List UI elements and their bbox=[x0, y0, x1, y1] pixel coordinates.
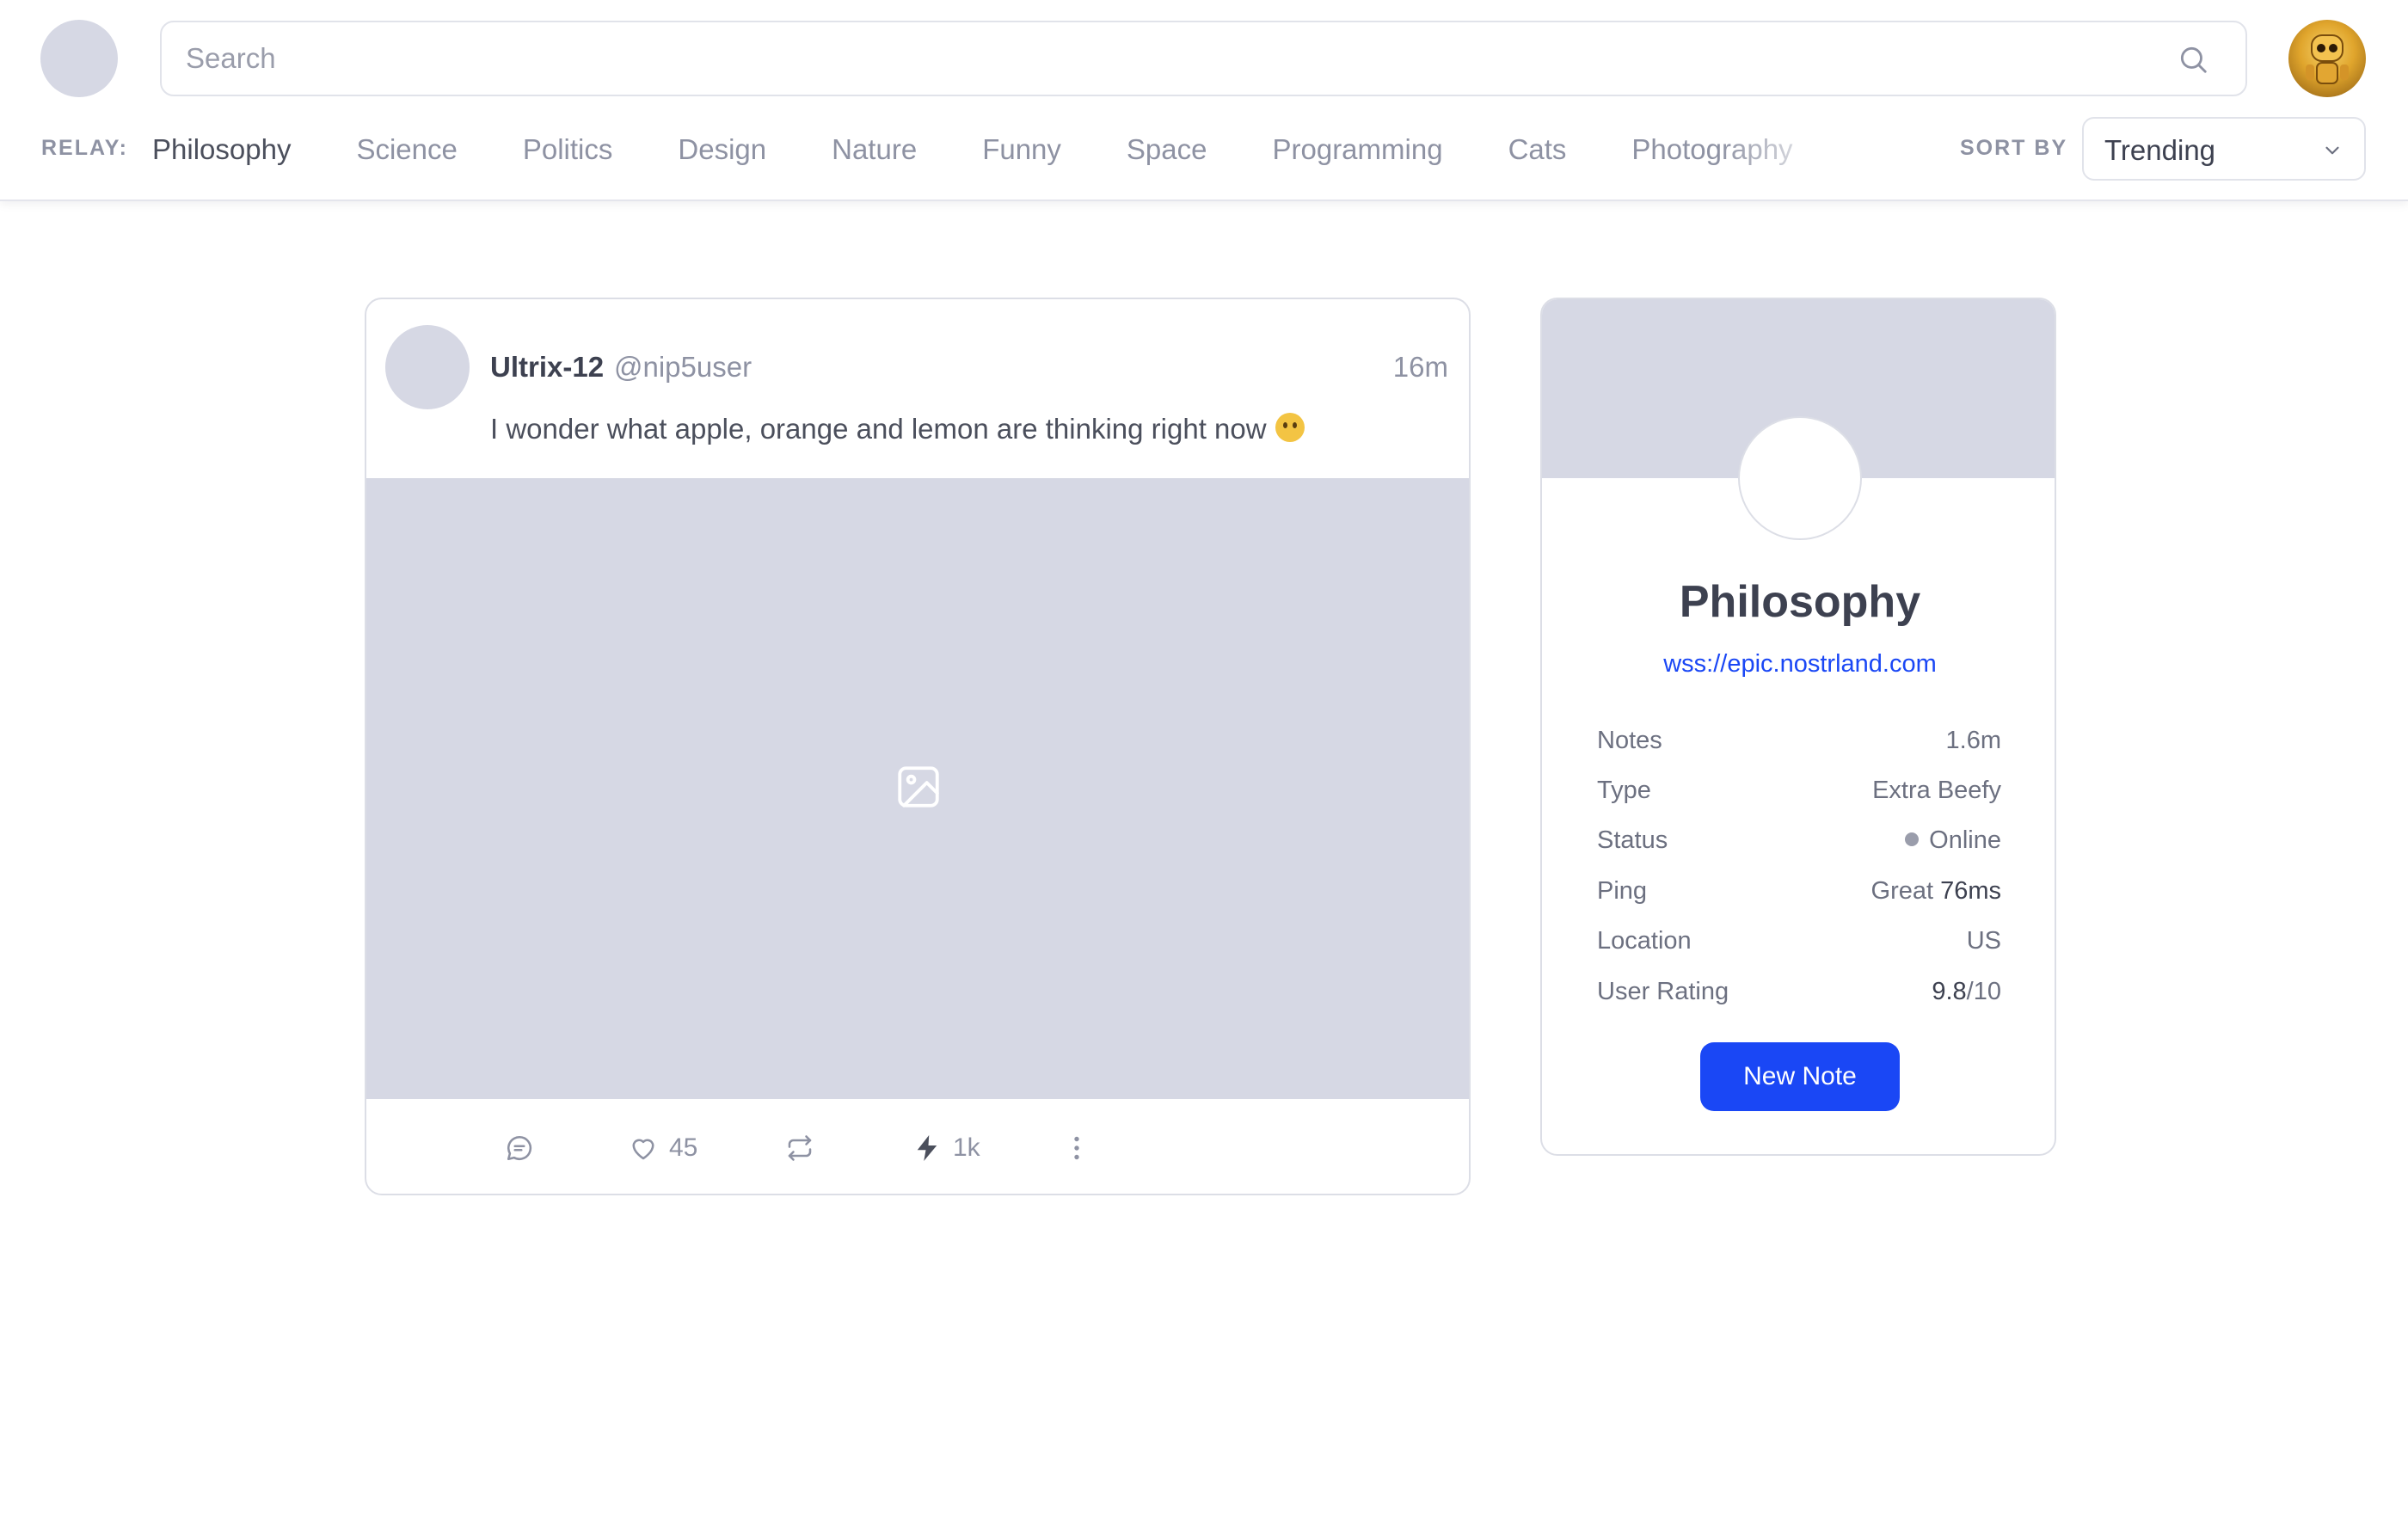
thinking-face-icon bbox=[1275, 413, 1305, 442]
stat-row-location: Location US bbox=[1597, 917, 2001, 967]
repost-icon bbox=[788, 1135, 812, 1161]
lightning-icon bbox=[917, 1135, 937, 1161]
post-card: Ultrix-12 @nip5user 16m I wonder what ap… bbox=[365, 298, 1471, 1195]
rating-score: 9.8 bbox=[1932, 977, 1967, 1005]
relay-avatar bbox=[1738, 416, 1862, 540]
repost-button[interactable] bbox=[784, 1099, 815, 1194]
relay-stats: Notes 1.6m Type Extra Beefy Status Onlin… bbox=[1597, 716, 2001, 1016]
tab-photography[interactable]: Photography bbox=[1631, 129, 1792, 170]
search-icon[interactable] bbox=[2177, 43, 2209, 76]
relay-info-card: Philosophy wss://epic.nostrland.com Note… bbox=[1540, 298, 2056, 1156]
stat-value-status: Online bbox=[1905, 826, 2001, 855]
rating-max: /10 bbox=[1966, 977, 2001, 1005]
tab-cats[interactable]: Cats bbox=[1508, 129, 1567, 170]
author-avatar[interactable] bbox=[385, 325, 470, 409]
zap-count: 1k bbox=[953, 1133, 980, 1162]
status-dot-icon bbox=[1905, 832, 1920, 847]
search-bar[interactable] bbox=[160, 21, 2247, 96]
stat-row-status: Status Online bbox=[1597, 816, 2001, 866]
image-icon bbox=[898, 766, 939, 808]
stat-label: Location bbox=[1597, 927, 1692, 955]
stat-row-notes: Notes 1.6m bbox=[1597, 716, 2001, 765]
comment-icon bbox=[507, 1135, 532, 1161]
app-logo[interactable] bbox=[40, 20, 118, 97]
tab-philosophy[interactable]: Philosophy bbox=[152, 129, 291, 170]
robot-avatar-icon bbox=[2306, 34, 2349, 84]
stat-value-ping: Great 76ms bbox=[1871, 877, 2001, 906]
stat-row-ping: Ping Great 76ms bbox=[1597, 866, 2001, 916]
user-avatar[interactable] bbox=[2288, 20, 2366, 97]
ping-quality: Great bbox=[1870, 876, 1934, 905]
heart-icon bbox=[632, 1139, 654, 1160]
new-note-button[interactable]: New Note bbox=[1700, 1042, 1900, 1111]
sort-dropdown[interactable]: Trending bbox=[2082, 117, 2366, 181]
sort-label: SORT BY bbox=[1960, 136, 2068, 160]
search-input[interactable] bbox=[186, 22, 2164, 95]
stat-label: Type bbox=[1597, 777, 1651, 805]
stat-label: Notes bbox=[1597, 726, 1662, 754]
zap-button[interactable]: 1k bbox=[912, 1099, 980, 1194]
top-bar: RELAY: Philosophy Science Politics Design Na… bbox=[0, 0, 2408, 201]
stat-label: Ping bbox=[1597, 876, 1648, 905]
post-text: I wonder what apple, orange and lemon ar… bbox=[490, 413, 1305, 445]
like-button[interactable]: 45 bbox=[628, 1099, 698, 1194]
more-vertical-icon bbox=[1074, 1136, 1079, 1160]
stat-value: Extra Beefy bbox=[1872, 777, 2001, 805]
tab-science[interactable]: Science bbox=[356, 129, 457, 170]
post-actions: 45 1k bbox=[366, 1099, 1469, 1194]
sort-value: Trending bbox=[2104, 134, 2216, 166]
tab-politics[interactable]: Politics bbox=[523, 129, 613, 170]
tab-funny[interactable]: Funny bbox=[982, 129, 1061, 170]
stat-row-rating: User Rating 9.8/10 bbox=[1597, 967, 2001, 1016]
post-image-placeholder[interactable] bbox=[366, 478, 1469, 1099]
chevron-down-icon bbox=[2325, 146, 2339, 155]
tab-programming[interactable]: Programming bbox=[1272, 129, 1442, 170]
author-name[interactable]: Ultrix-12 bbox=[490, 351, 604, 384]
stat-value: 1.6m bbox=[1945, 726, 2001, 754]
relay-url-link[interactable]: wss://epic.nostrland.com bbox=[1542, 650, 2055, 679]
reply-button[interactable] bbox=[504, 1099, 535, 1194]
relay-label: RELAY: bbox=[41, 136, 128, 160]
more-options-button[interactable] bbox=[1061, 1099, 1092, 1194]
relay-tabs: Philosophy Science Politics Design Nature Fun… bbox=[152, 129, 1838, 170]
tab-nature[interactable]: Nature bbox=[832, 129, 917, 170]
post-timestamp: 16m bbox=[1392, 351, 1448, 383]
ping-ms: 76ms bbox=[1940, 876, 2001, 905]
stat-label: Status bbox=[1597, 826, 1668, 855]
status-text: Online bbox=[1929, 826, 2001, 855]
like-count: 45 bbox=[669, 1133, 698, 1162]
relay-name: Philosophy bbox=[1679, 577, 1921, 627]
tab-space[interactable]: Space bbox=[1127, 129, 1207, 170]
post-text-content: I wonder what apple, orange and lemon ar… bbox=[490, 413, 1267, 445]
author-handle[interactable]: @nip5user bbox=[614, 351, 752, 384]
tab-design[interactable]: Design bbox=[678, 129, 766, 170]
stat-value-rating: 9.8/10 bbox=[1932, 978, 2001, 1006]
stat-label: User Rating bbox=[1597, 977, 1729, 1005]
stat-value: US bbox=[1966, 927, 2001, 955]
stat-row-type: Type Extra Beefy bbox=[1597, 765, 2001, 815]
